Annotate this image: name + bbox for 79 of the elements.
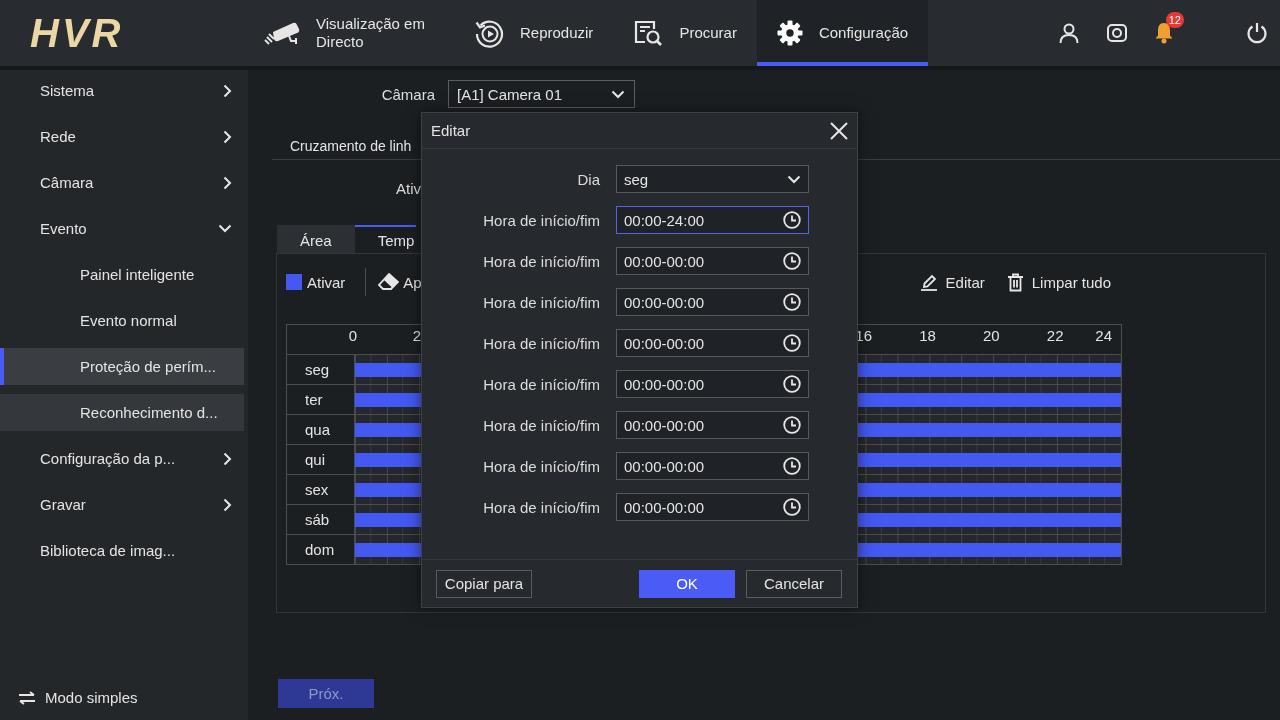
sidebar-item[interactable]: Rede <box>0 118 244 155</box>
field-label: Hora de início/fim <box>483 457 600 475</box>
nav-tab[interactable]: Visualização em Directo <box>243 0 454 66</box>
pencil-icon <box>919 273 938 291</box>
rule-name: Cruzamento de linh <box>290 138 412 154</box>
field-label: Ativ <box>396 179 421 197</box>
user-icon <box>1058 22 1080 44</box>
clock-icon <box>783 498 801 516</box>
cancel-button[interactable]: Cancelar <box>746 569 842 598</box>
clock-icon <box>783 252 801 270</box>
hour-label: 2 <box>412 327 421 344</box>
gear-icon <box>776 20 803 46</box>
clock-icon <box>783 416 801 434</box>
time-field[interactable]: 00:00-00:00 <box>616 329 809 357</box>
field-label: Dia <box>577 170 600 188</box>
field-label: Hora de início/fim <box>483 211 600 229</box>
chevron-down-icon <box>611 89 625 99</box>
logo: HVR <box>30 13 124 53</box>
field-label: Hora de início/fim <box>483 334 600 352</box>
hour-label: 22 <box>1046 327 1064 344</box>
hour-label: 20 <box>983 327 1000 344</box>
field-label: Câmara <box>381 85 435 103</box>
hour-label: 18 <box>919 327 936 344</box>
time-field[interactable]: 00:00-00:00 <box>616 411 809 439</box>
sidebar-item[interactable]: Evento normal <box>0 302 244 339</box>
time-field[interactable]: 00:00-00:00 <box>616 370 809 398</box>
power-icon[interactable] <box>1246 22 1268 44</box>
sidebar-item[interactable]: Evento <box>0 210 244 247</box>
edit-button[interactable]: Editar <box>919 266 985 298</box>
tab[interactable]: Área <box>277 225 355 253</box>
clock-icon <box>783 457 801 475</box>
clock-icon <box>783 375 801 393</box>
time-field[interactable]: 00:00-00:00 <box>616 493 809 521</box>
field-label: Hora de início/fim <box>483 293 600 311</box>
sidebar-item[interactable]: Sistema <box>0 72 244 109</box>
sidebar-item[interactable]: Câmara <box>0 164 244 201</box>
close-button[interactable] <box>828 119 850 142</box>
sidebar-item[interactable]: Configuração da p... <box>0 440 244 477</box>
camera-select[interactable]: [A1] Camera 01 <box>448 80 635 108</box>
paint-tool[interactable]: Ativar <box>286 266 346 298</box>
trash-icon <box>1006 272 1024 292</box>
field-label: Hora de início/fim <box>483 416 600 434</box>
hour-label: 24 <box>1095 327 1112 344</box>
field-label: Hora de início/fim <box>483 375 600 393</box>
field-label: Hora de início/fim <box>483 498 600 516</box>
time-field[interactable]: 00:00-00:00 <box>616 452 809 480</box>
clock-icon <box>783 211 801 229</box>
clock-icon <box>783 334 801 352</box>
dialog-title: Editar <box>431 122 471 139</box>
sidebar-item[interactable]: Proteção de perím... <box>0 348 244 385</box>
bell-icon <box>1154 22 1174 44</box>
document-search-icon <box>633 19 664 47</box>
day-select[interactable]: seg <box>616 165 809 193</box>
clear-all-button[interactable]: Limpar tudo <box>1006 266 1111 298</box>
sidebar-item[interactable]: Painel inteligente <box>0 256 244 293</box>
eraser-icon <box>378 273 400 291</box>
clock-icon <box>783 293 801 311</box>
nav-tab[interactable]: Configuração <box>756 0 929 66</box>
sidebar-item[interactable]: Reconhecimento d... <box>0 394 244 431</box>
field-label: Hora de início/fim <box>483 252 600 270</box>
ok-button[interactable]: OK <box>639 569 735 598</box>
playback-icon <box>474 18 504 48</box>
copy-to-button[interactable]: Copiar para <box>436 569 532 598</box>
sidebar-item[interactable]: Biblioteca de imag... <box>0 532 244 569</box>
camera-icon <box>1106 22 1128 44</box>
hour-label: 0 <box>348 327 358 344</box>
sidebar-item[interactable]: Gravar <box>0 486 244 523</box>
time-field[interactable]: 00:00-00:00 <box>616 288 809 316</box>
time-field[interactable]: 00:00-00:00 <box>616 247 809 275</box>
notification-badge: 12 <box>1165 12 1184 28</box>
chevron-down-icon <box>787 174 801 184</box>
time-field[interactable]: 00:00-24:00 <box>616 206 809 234</box>
swap-arrows-icon <box>18 690 36 705</box>
erase-tool[interactable]: Ap <box>378 266 422 298</box>
nav-tab[interactable]: Reproduzir <box>454 0 614 66</box>
nav-tab[interactable]: Procurar <box>613 0 757 66</box>
close-icon <box>830 121 848 140</box>
mode-switch-button[interactable]: Modo simples <box>0 679 146 716</box>
color-swatch-icon <box>286 274 302 290</box>
